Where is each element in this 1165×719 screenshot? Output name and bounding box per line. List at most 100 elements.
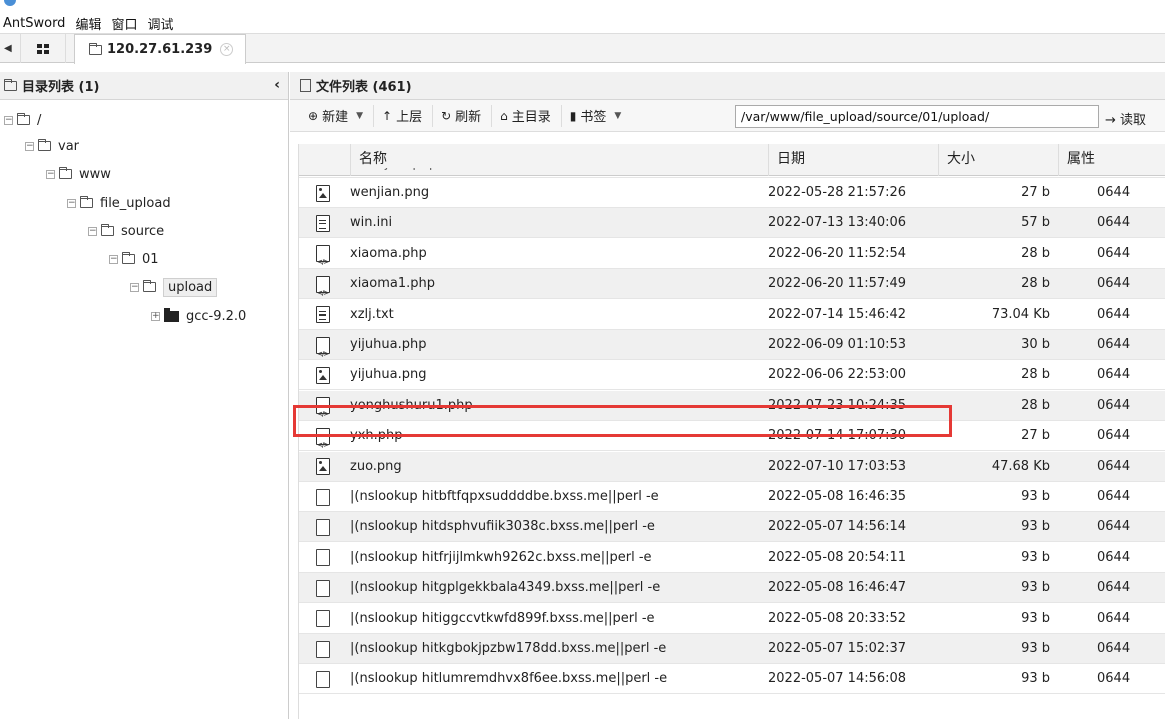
tree-node-gcc[interactable]: + gcc-9.2.0 xyxy=(151,305,246,327)
file-attr: 0644 xyxy=(1097,367,1131,383)
file-name: |(nslookup hitbftfqpxsuddddbe.bxss.me||p… xyxy=(350,489,659,504)
file-size: 28 b xyxy=(1021,397,1050,413)
file-attr: 0644 xyxy=(1097,185,1131,200)
table-row[interactable]: xiaoma.php 2022-06-20 11:52:54 28 b 0644 xyxy=(299,239,1165,269)
file-size: 28 b xyxy=(1021,245,1050,261)
collapse-toggle-icon[interactable]: − xyxy=(109,254,118,264)
table-row[interactable]: xiaoma1.php 2022-06-20 11:57:49 28 b 0644 xyxy=(299,269,1165,300)
table-row[interactable]: yxh.php 2022-07-14 17:07:30 27 b 0644 xyxy=(299,421,1165,452)
folder-icon xyxy=(122,252,135,264)
read-button[interactable]: → 读取 xyxy=(1105,109,1146,128)
bookmark-button[interactable]: ▮ 书签 ▼ xyxy=(562,105,632,127)
table-row[interactable]: zuo.png 2022-07-10 17:03:53 47.68 Kb 0644 xyxy=(299,451,1165,482)
collapse-toggle-icon[interactable]: − xyxy=(88,226,97,236)
table-row[interactable]: |(nslookup hitgplgekkbala4349.bxss.me||p… xyxy=(299,573,1165,604)
file-type-cell xyxy=(311,360,335,390)
blank-file-icon xyxy=(316,549,330,567)
grid-icon xyxy=(37,43,49,54)
collapse-toggle-icon[interactable]: − xyxy=(4,115,13,125)
text-file-icon xyxy=(316,214,330,232)
table-row[interactable]: |(nslookup hitkgbokjpzbw178dd.bxss.me||p… xyxy=(299,634,1165,664)
tab-host[interactable]: 120.27.61.239 × xyxy=(74,34,246,64)
table-row[interactable]: win.ini 2022-07-13 13:40:06 57 b 0644 xyxy=(299,208,1165,239)
file-attr: 0644 xyxy=(1097,458,1131,474)
collapse-toggle-icon[interactable]: − xyxy=(46,169,55,179)
file-name: yijuhua.php xyxy=(350,337,427,352)
menu-antsword[interactable]: AntSword xyxy=(3,16,65,31)
file-date: 2022-07-14 17:07:30 xyxy=(768,428,907,444)
file-attr: 0644 xyxy=(1097,397,1131,413)
tree-node-source[interactable]: − source xyxy=(88,220,164,242)
home-button[interactable]: ⌂ 主目录 xyxy=(492,104,562,127)
file-type-cell xyxy=(311,482,335,512)
collapse-toggle-icon[interactable]: − xyxy=(130,282,139,292)
table-row-partial[interactable]: wenjian.php 2022-05-28 21:51:39 27 b 064… xyxy=(299,168,1165,178)
file-date: 2022-06-20 11:52:54 xyxy=(768,245,907,261)
tree-node-var[interactable]: − var xyxy=(25,135,79,157)
up-button[interactable]: ↑ 上层 xyxy=(374,104,434,127)
close-tab-icon[interactable]: × xyxy=(220,43,234,56)
table-row[interactable]: |(nslookup hitdsphvufiik3038c.bxss.me||p… xyxy=(299,512,1165,543)
folder-icon xyxy=(4,78,17,91)
tree-node-file-upload[interactable]: − file_upload xyxy=(67,192,171,214)
collapse-toggle-icon[interactable]: − xyxy=(25,141,34,151)
table-row[interactable]: |(nslookup hitlumremdhvx8f6ee.bxss.me||p… xyxy=(299,664,1165,695)
table-row[interactable]: wenjian.png 2022-05-28 21:57:26 27 b 0644 xyxy=(299,178,1165,208)
collapse-panel-icon[interactable]: ‹ xyxy=(274,77,280,93)
menu-debug[interactable]: 调试 xyxy=(147,14,173,33)
tree-node-root[interactable]: − / xyxy=(4,109,41,131)
new-button[interactable]: ⊕ 新建 ▼ xyxy=(300,104,374,127)
path-input[interactable]: /var/www/file_upload/source/01/upload/ xyxy=(735,105,1099,128)
table-row[interactable]: |(nslookup hitiggccvtkwfd899f.bxss.me||p… xyxy=(299,604,1165,634)
file-date: 2022-05-07 15:02:37 xyxy=(768,641,907,656)
refresh-button[interactable]: ↻ 刷新 xyxy=(433,104,493,127)
file-panel-header: 文件列表 (461) xyxy=(290,72,1165,100)
tree-node-www[interactable]: − www xyxy=(46,163,111,185)
tree-node-label: upload xyxy=(163,277,218,297)
file-type-cell xyxy=(311,512,335,542)
table-row[interactable]: |(nslookup hitbftfqpxsuddddbe.bxss.me||p… xyxy=(299,482,1165,512)
window-title-strip xyxy=(0,0,1165,10)
file-size: 57 b xyxy=(1021,215,1050,231)
menu-window[interactable]: 窗口 xyxy=(111,14,137,33)
code-file-icon xyxy=(316,397,330,421)
menu-edit[interactable]: 编辑 xyxy=(75,14,101,33)
table-row[interactable]: xzlj.txt 2022-07-14 15:46:42 73.04 Kb 0644 xyxy=(299,300,1165,330)
expand-toggle-icon[interactable]: + xyxy=(151,311,160,321)
file-name: xiaoma.php xyxy=(350,245,427,261)
arrow-right-icon: → xyxy=(1105,113,1116,128)
file-size: 93 b xyxy=(1021,580,1050,596)
directory-panel-header: 目录列表 (1) ‹ xyxy=(0,72,288,100)
menu-bar: AntSword 编辑 窗口 调试 xyxy=(0,12,1165,34)
file-attr: 0644 xyxy=(1097,306,1131,322)
tree-node-01[interactable]: − 01 xyxy=(109,248,159,270)
file-size: 93 b xyxy=(1021,641,1050,656)
folder-icon xyxy=(38,139,51,151)
code-file-icon xyxy=(316,336,330,360)
file-size: 93 b xyxy=(1021,671,1050,687)
image-file-icon xyxy=(316,184,330,202)
collapse-toggle-icon[interactable]: − xyxy=(67,198,76,208)
file-name: yijuhua.png xyxy=(350,367,427,383)
file-attr: 0644 xyxy=(1097,519,1131,535)
file-attr: 0644 xyxy=(1097,245,1131,261)
tab-scroll-left-icon[interactable]: ◀ xyxy=(4,43,12,54)
table-row[interactable]: yijuhua.php 2022-06-09 01:10:53 30 b 0644 xyxy=(299,330,1165,360)
up-button-label: 上层 xyxy=(396,110,423,125)
table-row[interactable]: |(nslookup hitfrjijlmkwh9262c.bxss.me||p… xyxy=(299,543,1165,573)
tab-home[interactable] xyxy=(20,34,66,63)
table-row[interactable]: yonghushuru1.php 2022-07-23 10:24:35 28 b 0… xyxy=(299,390,1165,421)
file-attr: 0644 xyxy=(1097,276,1131,292)
file-attr: 0644 xyxy=(1097,428,1131,444)
tree-node-upload[interactable]: − upload xyxy=(130,276,218,298)
tab-host-label: 120.27.61.239 xyxy=(107,42,213,57)
table-row[interactable]: yijuhua.png 2022-06-06 22:53:00 28 b 0644 xyxy=(299,360,1165,391)
file-toolbar: ⊕ 新建 ▼ ↑ 上层 ↻ 刷新 ⌂ 主目录 ▮ 书签 ▼ /var/www/f… xyxy=(290,100,1165,132)
file-date: 2022-07-23 10:24:35 xyxy=(768,397,907,413)
file-size: 27 b xyxy=(1021,185,1050,200)
file-attr: 0644 xyxy=(1097,671,1131,687)
tree-node-label: source xyxy=(121,223,165,239)
file-name: xzlj.txt xyxy=(350,306,394,322)
file-attr: 0644 xyxy=(1097,549,1131,565)
file-type-cell xyxy=(311,269,335,299)
